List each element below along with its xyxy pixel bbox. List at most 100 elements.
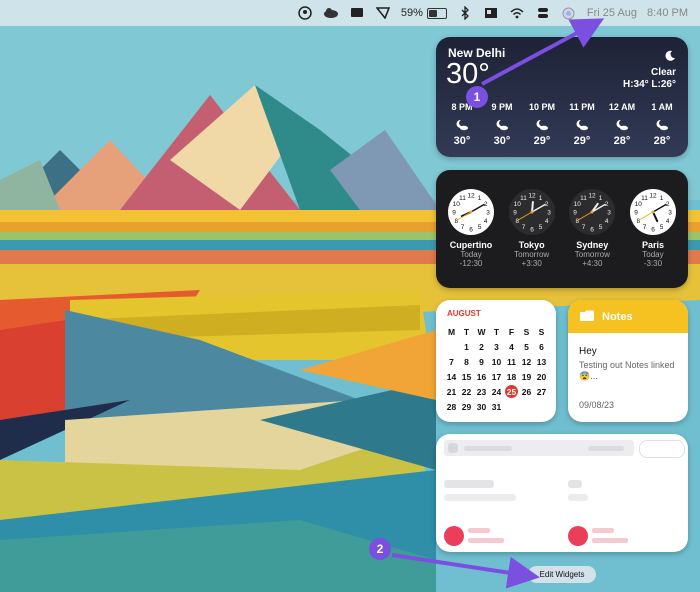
svg-text:1: 1	[478, 195, 482, 202]
hourly-item: 12 AM 28°	[604, 102, 640, 147]
moon-cloud-icon	[575, 118, 589, 131]
hour-label: 11 PM	[569, 102, 595, 112]
calendar-day[interactable]: 30	[474, 399, 489, 414]
clock-row: 1 2 3 4 5 6 7 8 9 10 11 12 Cupertino Today -12:30 1…	[442, 188, 682, 268]
weekday-label: T	[493, 326, 500, 337]
clock-city: Paris	[641, 240, 664, 250]
calendar-day[interactable]: 10	[489, 354, 504, 369]
svg-text:4: 4	[666, 218, 670, 225]
svg-text:12: 12	[589, 193, 597, 200]
hour-temp: 29°	[533, 135, 551, 147]
skeleton-square	[448, 443, 458, 453]
wifi-icon[interactable]	[509, 5, 525, 21]
calendar-day[interactable]: 13	[534, 354, 549, 369]
hour-label: 10 PM	[528, 102, 555, 112]
menubar-time[interactable]: 8:40 PM	[647, 7, 688, 19]
svg-text:1: 1	[538, 195, 542, 202]
world-clock-item: 1 2 3 4 5 6 7 8 9 10 11 12 Cupertino Today -12:30	[442, 188, 500, 268]
calendar-day[interactable]: 16	[474, 369, 489, 384]
calendar-day[interactable]: 3	[489, 339, 504, 354]
calendar-widget[interactable]: AUGUST M T W T F S S 1 2 3 4 5 6 7 8 9 10 11 12 13 14 15 16 17 1…	[436, 300, 556, 422]
placeholder-widget[interactable]	[436, 434, 688, 552]
clock-offset: +3:30	[521, 259, 542, 268]
calendar-day[interactable]: 11	[504, 354, 519, 369]
svg-text:1: 1	[599, 195, 603, 202]
calendar-day[interactable]: 20	[534, 369, 549, 384]
calendar-day[interactable]: 1	[459, 339, 474, 354]
hour-label: 9 PM	[491, 102, 513, 112]
calendar-month: AUGUST	[447, 309, 481, 318]
weekday-label: S	[523, 326, 530, 337]
svg-text:5: 5	[660, 224, 664, 231]
calendar-day[interactable]: 21	[444, 384, 459, 399]
edit-widgets-button[interactable]: Edit Widgets	[528, 566, 596, 583]
weekday-label: T	[463, 326, 470, 337]
world-clock-widget[interactable]: 1 2 3 4 5 6 7 8 9 10 11 12 Cupertino Today -12:30 1…	[436, 170, 688, 288]
calendar-day[interactable]: 2	[474, 339, 489, 354]
calendar-day[interactable]: 9	[474, 354, 489, 369]
calendar-grid: M T W T F S S 1 2 3 4 5 6 7 8 9 10 11 12 13 14 15 16 17 18 19 20 21…	[444, 324, 550, 414]
svg-text:3: 3	[486, 210, 490, 217]
analog-clock-icon: 1234567891011 12	[448, 189, 494, 235]
control-center-icon[interactable]	[535, 5, 551, 21]
calendar-day[interactable]: 6	[534, 339, 549, 354]
account-icon[interactable]	[297, 5, 313, 21]
skeleton-line	[468, 538, 504, 543]
calendar-day[interactable]: 22	[459, 384, 474, 399]
svg-text:6: 6	[651, 227, 655, 234]
cloud-icon[interactable]	[323, 5, 339, 21]
moon-cloud-icon	[455, 118, 469, 131]
siri-icon[interactable]	[561, 5, 577, 21]
svg-text:9: 9	[574, 210, 578, 217]
calendar-day[interactable]: 31	[489, 399, 504, 414]
calendar-day[interactable]: 18	[504, 369, 519, 384]
calendar-day[interactable]: 15	[459, 369, 474, 384]
clock-city: Sydney	[576, 240, 609, 250]
weekday-label: F	[508, 326, 515, 337]
hour-label: 1 AM	[651, 102, 673, 112]
calendar-day[interactable]: 7	[444, 354, 459, 369]
svg-text:11: 11	[520, 195, 527, 202]
calendar-day[interactable]: 24	[489, 384, 504, 399]
svg-text:9: 9	[634, 210, 638, 217]
calendar-day[interactable]: 19	[519, 369, 534, 384]
calendar-day[interactable]: 26	[519, 384, 534, 399]
moon-cloud-icon	[495, 118, 509, 131]
calendar-day[interactable]: 12	[519, 354, 534, 369]
analog-clock-icon: 1234567891011 12	[569, 189, 616, 235]
calendar-day[interactable]: 17	[489, 369, 504, 384]
clock-day: Tomorrow	[514, 250, 550, 259]
calendar-day[interactable]: 29	[459, 399, 474, 414]
svg-text:12: 12	[528, 193, 536, 200]
menubar-date[interactable]: Fri 25 Aug	[587, 7, 637, 19]
note-preview: Testing out Notes linked 😨...	[579, 360, 675, 381]
calendar-day-today[interactable]: 25	[505, 385, 518, 398]
clock-city: Tokyo	[518, 240, 545, 250]
text-input-icon[interactable]	[483, 5, 499, 21]
notes-widget[interactable]: Notes Hey Testing out Notes linked 😨... …	[568, 300, 688, 422]
weather-hourly-forecast: 8 PM 30° 9 PM 30° 10 PM 29° 11 PM 29° 12 AM 2…	[436, 102, 688, 147]
calendar-day[interactable]: 27	[534, 384, 549, 399]
display-icon[interactable]	[349, 5, 365, 21]
calendar-empty-cell	[534, 399, 549, 414]
battery-status[interactable]: 59%	[401, 7, 447, 19]
calendar-day[interactable]: 4	[504, 339, 519, 354]
calendar-day[interactable]: 23	[474, 384, 489, 399]
calendar-day[interactable]: 8	[459, 354, 474, 369]
calendar-day[interactable]: 28	[444, 399, 459, 414]
hourly-item: 10 PM 29°	[524, 102, 560, 147]
calendar-day[interactable]: 5	[519, 339, 534, 354]
analog-clock-icon: 1234567891011 12	[508, 189, 555, 235]
skeleton-line	[464, 446, 512, 451]
shortcut-icon[interactable]	[375, 5, 391, 21]
svg-text:6: 6	[530, 227, 534, 234]
svg-text:7: 7	[521, 224, 525, 231]
skeleton-line	[592, 528, 614, 533]
calendar-day[interactable]: 14	[444, 369, 459, 384]
bluetooth-icon[interactable]	[457, 5, 473, 21]
moon-icon	[664, 49, 676, 67]
skeleton-pill	[639, 440, 685, 458]
weekday-label: S	[538, 326, 545, 337]
battery-percent: 59%	[400, 7, 423, 19]
svg-text:4: 4	[545, 218, 549, 225]
